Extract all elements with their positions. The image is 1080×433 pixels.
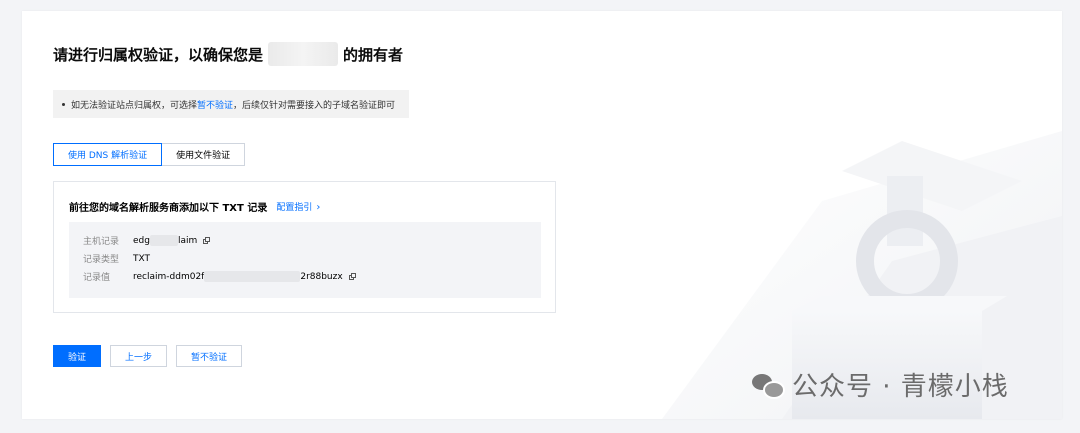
panel-heading-text: 前往您的域名解析服务商添加以下 TXT 记录 xyxy=(69,203,268,214)
record-value-start: TXT xyxy=(133,253,151,264)
verify-button[interactable]: 验证 xyxy=(53,345,102,367)
redacted-domain xyxy=(268,42,339,66)
record-value-end: laim xyxy=(177,235,198,246)
tab-file-verification[interactable]: 使用文件验证 xyxy=(162,143,246,166)
guide-link-label: 配置指引 xyxy=(276,203,313,213)
tip-suffix: ，后续仅针对需要接入的子域名验证即可 xyxy=(233,100,396,111)
record-row-value: 记录值 reclaim-ddm02f 2r88buzx xyxy=(83,270,357,283)
record-value-end: 2r88buzx xyxy=(300,271,343,282)
record-label: 记录值 xyxy=(83,273,111,283)
panel-heading: 前往您的域名解析服务商添加以下 TXT 记录 配置指引 › xyxy=(69,199,320,214)
title-suffix: 的拥有者 xyxy=(343,45,404,64)
tip-prefix: 如无法验证站点归属权，可选择 xyxy=(71,100,198,111)
copy-icon[interactable] xyxy=(348,272,357,281)
record-value-start: reclaim-ddm02f xyxy=(133,271,205,282)
verification-method-tabs: 使用 DNS 解析验证 使用文件验证 xyxy=(53,143,246,166)
chevron-right-icon: › xyxy=(316,202,321,213)
record-row-host: 主机记录 edg laim xyxy=(83,234,211,247)
skip-verification-link[interactable]: 暂不验证 xyxy=(197,98,233,111)
record-value-start: edg xyxy=(133,235,150,246)
watermark: 公众号 · 青檬小栈 xyxy=(752,366,1009,403)
action-buttons: 验证 上一步 暂不验证 xyxy=(53,345,251,367)
page-title: 请进行归属权验证，以确保您是 的拥有者 xyxy=(53,42,403,66)
dns-record-panel: 前往您的域名解析服务商添加以下 TXT 记录 配置指引 › 主机记录 edg la… xyxy=(53,181,556,313)
redacted-value xyxy=(204,271,301,282)
copy-icon[interactable] xyxy=(203,236,211,245)
verification-card: 请进行归属权验证，以确保您是 的拥有者 如无法验证站点归属权，可选择 暂不验证 … xyxy=(22,11,1062,419)
record-label: 记录类型 xyxy=(83,255,120,265)
record-row-type: 记录类型 TXT xyxy=(83,252,151,266)
previous-step-button[interactable]: 上一步 xyxy=(110,345,168,367)
title-prefix: 请进行归属权验证，以确保您是 xyxy=(53,45,264,64)
bullet-icon xyxy=(62,102,65,106)
record-label: 主机记录 xyxy=(83,237,120,247)
config-guide-link[interactable]: 配置指引 › xyxy=(276,200,320,213)
record-list: 主机记录 edg laim 记录类型 TXT 记录值 reclaim-ddm02… xyxy=(69,222,541,298)
wechat-icon xyxy=(752,372,785,399)
info-tip: 如无法验证站点归属权，可选择 暂不验证 ，后续仅针对需要接入的子域名验证即可 xyxy=(53,90,409,118)
skip-verification-button[interactable]: 暂不验证 xyxy=(176,345,243,367)
redacted-value xyxy=(149,235,178,246)
watermark-text: 公众号 · 青檬小栈 xyxy=(792,372,1009,402)
tab-dns-verification[interactable]: 使用 DNS 解析验证 xyxy=(53,143,163,166)
